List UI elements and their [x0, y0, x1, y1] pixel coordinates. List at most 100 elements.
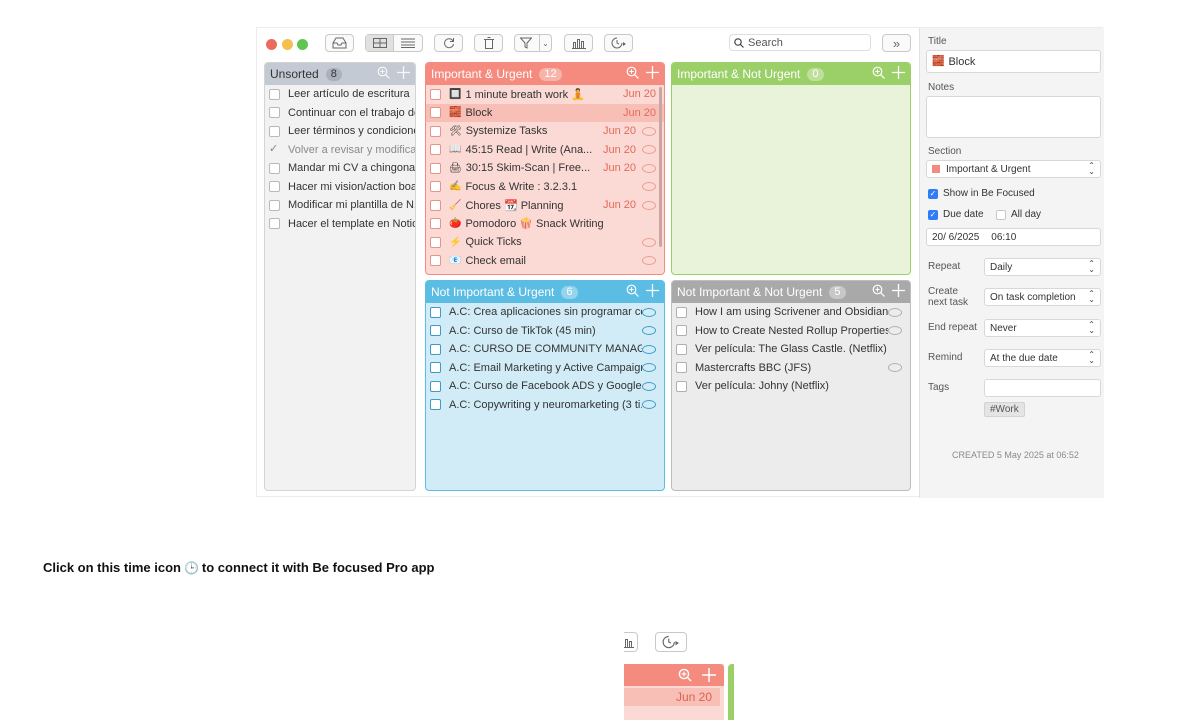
task-checkbox[interactable]	[430, 325, 441, 337]
task-row[interactable]: 🧹 Chores 📆 Planning Jun 20	[426, 196, 664, 215]
task-checkbox[interactable]	[430, 125, 441, 137]
scrollbar[interactable]	[659, 87, 662, 247]
task-row[interactable]: 🔲 1 minute breath work 🧘 Jun 20	[426, 85, 664, 104]
task-checkbox[interactable]	[430, 255, 441, 267]
search-input[interactable]: Search	[729, 34, 871, 51]
task-checkbox[interactable]	[269, 181, 280, 193]
task-row[interactable]: Hacer mi vision/action boar...	[265, 178, 415, 197]
task-checkbox[interactable]	[269, 125, 280, 137]
repeat-select[interactable]: Daily ⌃ ⌄	[984, 258, 1101, 276]
task-checkbox[interactable]	[430, 88, 441, 100]
remind-select[interactable]: At the due date ⌃ ⌄	[984, 349, 1101, 367]
statistics-button[interactable]	[624, 632, 638, 652]
task-row[interactable]: A.C: Copywriting y neuromarketing (3 ti.…	[426, 396, 664, 415]
task-row[interactable]: Hacer el template en Notio...	[265, 215, 415, 234]
grid-view-button[interactable]	[366, 35, 395, 51]
task-checkbox[interactable]	[269, 199, 280, 211]
create-next-task-select[interactable]: On task completion ⌃ ⌄	[984, 288, 1101, 306]
notes-field[interactable]	[926, 96, 1101, 138]
close-window-button[interactable]	[266, 39, 277, 50]
zoom-in-icon[interactable]	[678, 668, 692, 682]
task-checkbox[interactable]	[676, 306, 687, 318]
list-view-button[interactable]	[394, 35, 422, 51]
task-checkbox[interactable]	[430, 380, 441, 392]
be-focused-timer-button[interactable]	[655, 632, 687, 652]
zoom-in-icon[interactable]	[626, 284, 639, 297]
filter-button[interactable]: ⌄	[514, 34, 552, 52]
inbox-button[interactable]	[325, 34, 354, 52]
due-date-checkbox[interactable]: ✓ Due date	[928, 209, 984, 220]
due-date-time-field[interactable]: 20/ 6/2025 06:10	[926, 228, 1101, 246]
task-checkbox[interactable]	[430, 144, 441, 156]
task-checkbox[interactable]	[430, 199, 441, 211]
task-checkbox[interactable]	[676, 380, 687, 392]
zoom-in-icon[interactable]	[626, 66, 639, 79]
task-checkbox[interactable]	[269, 88, 280, 100]
task-checkbox[interactable]	[676, 325, 687, 337]
task-checkbox[interactable]	[430, 236, 441, 248]
zoom-in-icon[interactable]	[377, 66, 390, 79]
tags-field[interactable]	[984, 379, 1101, 397]
task-row[interactable]: Ver película: The Glass Castle. (Netflix…	[672, 340, 910, 359]
be-focused-timer-button[interactable]	[604, 34, 633, 52]
minimize-window-button[interactable]	[282, 39, 293, 50]
plus-icon[interactable]	[397, 66, 410, 79]
task-row[interactable]: Leer términos y condicione...	[265, 122, 415, 141]
title-field[interactable]: 🧱 Block	[926, 50, 1101, 73]
end-repeat-select[interactable]: Never ⌃ ⌄	[984, 319, 1101, 337]
task-row[interactable]: ⚡ Quick Ticks	[426, 233, 664, 252]
task-row[interactable]: ✍️ Focus & Write : 3.2.3.1	[426, 178, 664, 197]
expand-sidebar-button[interactable]: »	[882, 34, 911, 52]
section-select[interactable]: Important & Urgent ⌃ ⌄	[926, 160, 1101, 178]
task-checkbox[interactable]	[430, 343, 441, 355]
task-row[interactable]: A.C: CURSO DE COMMUNITY MANAGE...	[426, 340, 664, 359]
task-checkbox[interactable]	[430, 181, 441, 193]
task-row[interactable]: How to Create Nested Rollup Properties..…	[672, 322, 910, 341]
task-row[interactable]: 📧 Check email	[426, 252, 664, 271]
task-checkbox[interactable]	[430, 362, 441, 374]
task-row[interactable]: Leer artículo de escritura	[265, 85, 415, 104]
task-row[interactable]: Mandar mi CV a chingona...	[265, 159, 415, 178]
task-checkbox[interactable]	[430, 399, 441, 411]
zoom-in-icon[interactable]	[872, 284, 885, 297]
task-checkbox[interactable]	[269, 107, 280, 119]
task-row[interactable]: 📖 45:15 Read | Write (Ana... Jun 20	[426, 141, 664, 160]
task-row[interactable]: Continuar con el trabajo de...	[265, 104, 415, 123]
task-row[interactable]: A.C: Email Marketing y Active Campaign..…	[426, 359, 664, 378]
statistics-button[interactable]	[564, 34, 593, 52]
chevron-down-icon[interactable]: ⌄	[539, 35, 551, 51]
task-row[interactable]: ✓ Volver a revisar y modificar...	[265, 141, 415, 160]
plus-icon[interactable]	[892, 66, 905, 79]
plus-icon[interactable]	[702, 668, 716, 682]
show-in-be-focused-checkbox[interactable]: ✓ Show in Be Focused	[928, 188, 1035, 199]
tag-chip[interactable]: #Work	[984, 402, 1025, 417]
sync-button[interactable]	[434, 34, 463, 52]
task-row[interactable]: 🛠 Systemize Tasks Jun 20	[426, 122, 664, 141]
plus-icon[interactable]	[646, 66, 659, 79]
task-row[interactable]: Mastercrafts BBC (JFS)	[672, 359, 910, 378]
task-checkbox[interactable]	[269, 218, 280, 230]
plus-icon[interactable]	[892, 284, 905, 297]
task-row[interactable]: A.C: Crea aplicaciones sin programar co.…	[426, 303, 664, 322]
task-checkbox[interactable]: ✓	[269, 144, 280, 155]
task-row[interactable]: 🖨 30:15 Skim-Scan | Free... Jun 20	[426, 159, 664, 178]
task-row[interactable]: Ver película: Johny (Netflix)	[672, 377, 910, 396]
plus-icon[interactable]	[646, 284, 659, 297]
all-day-checkbox[interactable]: All day	[996, 209, 1041, 220]
task-row[interactable]: Modificar mi plantilla de N...	[265, 196, 415, 215]
task-checkbox[interactable]	[269, 162, 280, 174]
task-checkbox[interactable]	[676, 362, 687, 374]
delete-button[interactable]	[474, 34, 503, 52]
zoom-window-button[interactable]	[297, 39, 308, 50]
zoom-in-icon[interactable]	[872, 66, 885, 79]
task-row[interactable]: A.C: Curso de TikTok (45 min)	[426, 322, 664, 341]
task-checkbox[interactable]	[430, 162, 441, 174]
task-row[interactable]: 🍅 Pomodoro 🍿 Snack Writing	[426, 215, 664, 234]
task-checkbox[interactable]	[430, 306, 441, 318]
task-row[interactable]: How I am using Scrivener and Obsidian...	[672, 303, 910, 322]
task-row[interactable]: 🧱 Block Jun 20	[426, 103, 664, 122]
task-checkbox[interactable]	[430, 107, 441, 119]
task-checkbox[interactable]	[676, 343, 687, 355]
task-checkbox[interactable]	[430, 218, 441, 230]
task-row[interactable]: A.C: Curso de Facebook ADS y Google...	[426, 377, 664, 396]
